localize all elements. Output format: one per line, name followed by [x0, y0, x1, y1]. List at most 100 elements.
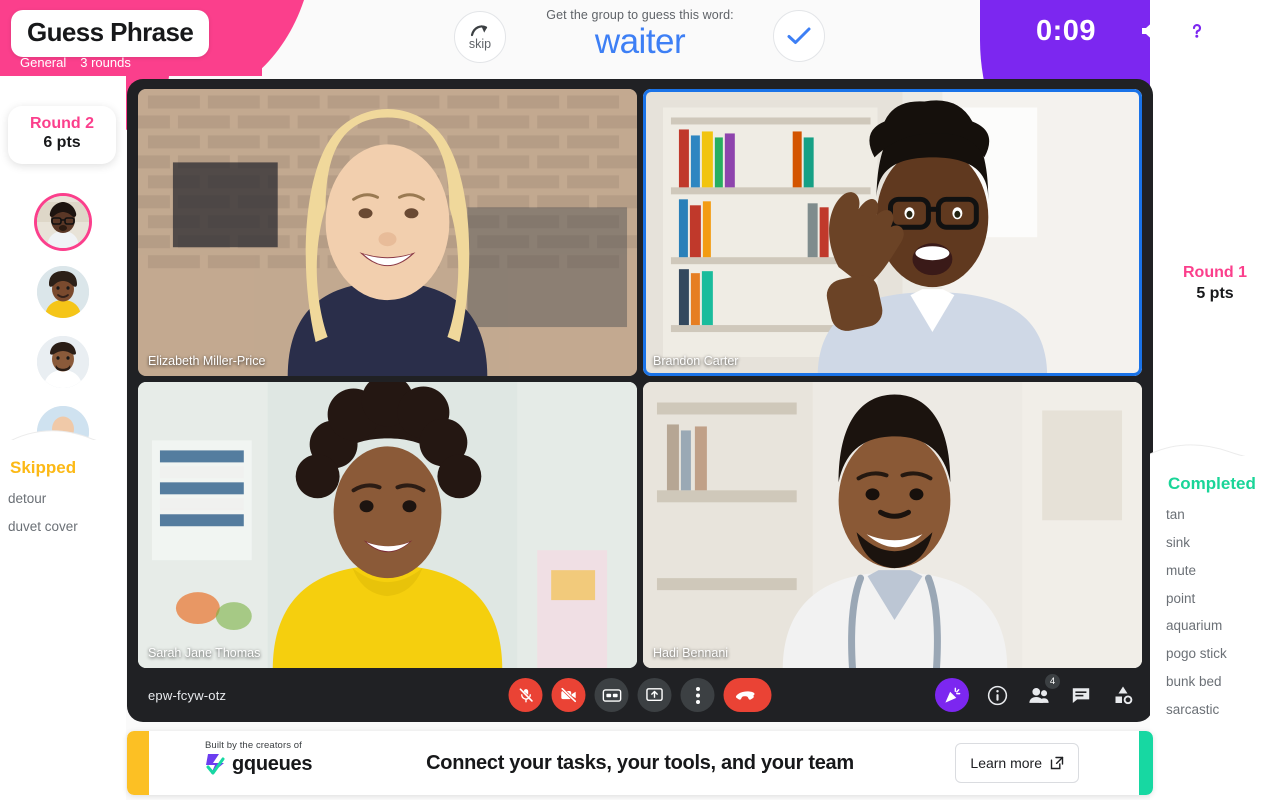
skipped-word-list: detour duvet cover [8, 491, 126, 535]
video-feed [643, 381, 1142, 668]
game-title: Guess Phrase [27, 17, 194, 47]
tile-participant-name: Elizabeth Miller-Price [148, 353, 266, 368]
participant-count-badge: 4 [1045, 674, 1060, 689]
video-tile[interactable]: Hadi Bennani [643, 381, 1142, 668]
correct-button[interactable] [773, 10, 825, 62]
closed-captions-icon [602, 688, 621, 702]
more-options-button[interactable] [680, 678, 715, 712]
video-feed [138, 381, 637, 668]
prompt-label: Get the group to guess this word: [546, 8, 734, 22]
banner-left-accent [127, 731, 149, 795]
completed-word-item: point [1166, 590, 1196, 606]
game-category: General [20, 55, 67, 70]
banner-logo: gqueues [205, 752, 312, 776]
activities-confetti-button[interactable] [935, 678, 969, 712]
left-round-title: Round 2 [30, 115, 94, 132]
video-feed [138, 89, 637, 376]
present-screen-icon [646, 688, 663, 702]
player-avatar-item[interactable] [0, 196, 126, 248]
completed-words-section: Completed tan sink mute point aquarium p… [1150, 456, 1280, 800]
activities-confetti-icon [944, 687, 960, 703]
video-tile[interactable]: Sarah Jane Thomas [138, 381, 637, 668]
activities-shapes-button[interactable] [1109, 681, 1137, 709]
people-button[interactable]: 4 [1025, 674, 1060, 709]
skip-arrow-icon [470, 24, 488, 36]
game-rounds: 3 rounds [80, 55, 131, 70]
skip-button[interactable]: skip [454, 11, 506, 63]
left-round-points: 6 pts [43, 134, 81, 152]
countdown-timer: 0:09 [1035, 14, 1096, 47]
completed-word-item: sarcastic [1166, 701, 1220, 717]
checkmark-icon [787, 27, 811, 44]
skipped-title: Skipped [10, 458, 77, 477]
meeting-info-button[interactable] [983, 681, 1011, 709]
microphone-muted-icon [519, 687, 533, 702]
camera-off-icon [560, 687, 577, 703]
meet-secondary-controls: 4 [935, 674, 1137, 712]
people-icon [1029, 687, 1049, 703]
completed-word-item: aquarium [1166, 618, 1223, 634]
avatar[interactable] [37, 266, 89, 318]
learn-more-button[interactable]: Learn more [955, 743, 1079, 783]
completed-word-item: bunk bed [1166, 674, 1222, 690]
camera-off-button[interactable] [551, 678, 586, 712]
meet-control-bar: epw-fcyw-otz 4 [127, 668, 1153, 722]
gqueues-logo-icon [206, 754, 225, 775]
video-tile[interactable]: Brandon Carter [643, 89, 1142, 376]
tile-participant-name: Hadi Bennani [653, 646, 729, 660]
completed-word-item: tan [1166, 507, 1185, 522]
close-icon[interactable] [1220, 11, 1266, 51]
current-word: waiter [594, 22, 686, 61]
volume-icon[interactable] [1128, 11, 1174, 51]
left-round-badge: Round 2 6 pts [8, 106, 116, 165]
skipped-word-item: duvet cover [8, 518, 78, 534]
chat-icon [1072, 687, 1090, 703]
microphone-muted-button[interactable] [508, 678, 543, 712]
banner-headline: Connect your tasks, your tools, and your… [426, 751, 854, 774]
right-round-title: Round 1 [1183, 264, 1247, 281]
tile-participant-name: Sarah Jane Thomas [148, 646, 261, 660]
completed-word-list: tan sink mute point aquarium pogo stick … [1166, 507, 1280, 718]
chat-button[interactable] [1067, 681, 1095, 709]
banner-built-by: Built by the creators of [205, 740, 302, 751]
video-feed [643, 89, 1142, 376]
app-root: Round 2 6 pts Skipped detour duvet cover… [0, 0, 1280, 800]
present-screen-button[interactable] [637, 678, 672, 712]
video-grid: Elizabeth Miller-Price Brandon Carter Sa… [138, 89, 1142, 668]
completed-word-item: mute [1166, 562, 1197, 578]
player-avatar-item[interactable] [0, 336, 126, 388]
topbar-controls: 0:09 [1036, 0, 1280, 62]
promo-banner: Built by the creators of gqueues Connect… [127, 731, 1153, 795]
skipped-words-section: Skipped detour duvet cover [0, 440, 126, 800]
meeting-code: epw-fcyw-otz [148, 687, 227, 703]
skipped-word-item: detour [8, 491, 47, 506]
tile-participant-name: Brandon Carter [653, 353, 739, 368]
video-tile[interactable]: Elizabeth Miller-Price [138, 89, 637, 376]
banner-brand: Built by the creators of gqueues [205, 740, 312, 776]
right-round-points: 5 pts [1196, 284, 1234, 302]
game-title-card: Guess Phrase [11, 10, 210, 57]
hang-up-button[interactable] [723, 678, 772, 712]
banner-brand-name: gqueues [232, 752, 313, 775]
more-options-icon [695, 686, 700, 704]
completed-word-item: sink [1166, 534, 1191, 550]
closed-captions-button[interactable] [594, 678, 629, 712]
activities-shapes-icon [1115, 686, 1133, 705]
hang-up-icon [735, 690, 755, 700]
meet-primary-controls [508, 678, 772, 712]
right-round-info: Round 1 5 pts [1150, 263, 1280, 305]
skip-label: skip [468, 36, 492, 51]
help-icon[interactable] [1174, 11, 1220, 51]
video-call-window: Elizabeth Miller-Price Brandon Carter Sa… [127, 79, 1153, 722]
learn-more-label: Learn more [970, 755, 1042, 771]
external-link-icon [1050, 756, 1064, 770]
pink-header-curve [258, 0, 304, 72]
game-meta: General 3 rounds [20, 55, 131, 70]
completed-title: Completed [1168, 474, 1256, 493]
meeting-info-icon [987, 685, 1007, 705]
avatar[interactable] [37, 196, 89, 248]
completed-word-item: pogo stick [1166, 646, 1227, 662]
banner-right-accent [1139, 731, 1153, 795]
player-avatar-item[interactable] [0, 266, 126, 318]
avatar[interactable] [37, 336, 89, 388]
